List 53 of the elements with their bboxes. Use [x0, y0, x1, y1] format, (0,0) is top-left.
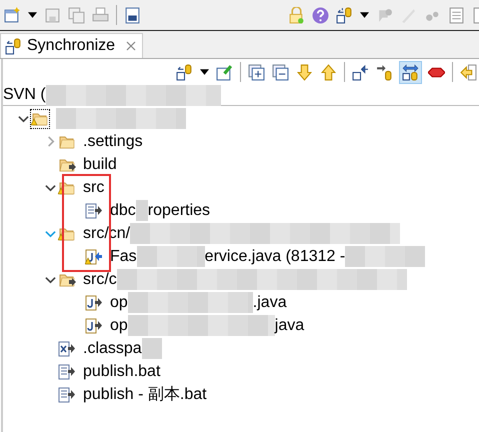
help-icon[interactable]	[312, 6, 329, 24]
both-modes-icon[interactable]	[400, 62, 421, 82]
folder-icon	[58, 134, 76, 150]
tree-item-label[interactable]: .classpa	[83, 340, 142, 358]
up-arrow-icon[interactable]	[320, 64, 337, 80]
java-file-icon	[85, 318, 103, 334]
tree-item-label[interactable]: publish.bat	[83, 362, 160, 380]
tree-item-label[interactable]: src	[83, 178, 104, 196]
tree-item-label[interactable]: Fas	[110, 248, 137, 266]
dropdown-caret-icon[interactable]	[360, 12, 369, 18]
folder-icon	[58, 272, 76, 288]
collapse-all-icon[interactable]	[272, 64, 289, 80]
incoming-icon[interactable]	[352, 64, 369, 80]
view-tab[interactable]: Synchronize	[0, 33, 144, 58]
sync-icon[interactable]	[176, 64, 193, 80]
document-icon	[448, 6, 465, 24]
xml-file-icon	[58, 340, 76, 356]
header-title: SVN (	[3, 86, 46, 104]
blur-patch	[136, 246, 205, 267]
tree-item-label[interactable]: dbc	[110, 202, 136, 220]
dropdown-caret-icon[interactable]	[200, 69, 209, 75]
file-icon	[58, 364, 76, 380]
pin-icon[interactable]	[216, 64, 233, 80]
new-window-icon[interactable]	[4, 6, 21, 24]
tree-item-label[interactable]: .settings	[83, 132, 143, 150]
tree-item-label[interactable]: java	[274, 316, 304, 334]
expand-all-icon[interactable]	[248, 64, 265, 80]
folder-icon	[58, 156, 76, 172]
sync-icon[interactable]	[336, 6, 353, 24]
tree-item-label[interactable]: ervice.java (81312 -	[204, 248, 346, 266]
save-icon	[44, 6, 61, 24]
blur-patch	[136, 200, 148, 221]
sync-icon	[5, 38, 22, 54]
tree-item-label[interactable]: .java	[252, 294, 287, 312]
tree-item-label[interactable]: op	[110, 294, 128, 312]
dropdown-caret-icon[interactable]	[28, 12, 37, 18]
down-arrow-icon[interactable]	[296, 64, 313, 80]
file-icon	[58, 386, 76, 402]
tree-item-label[interactable]: build	[83, 156, 117, 174]
tree-item-label[interactable]: publish - 副本.bat	[83, 384, 207, 405]
outgoing-icon[interactable]	[376, 64, 393, 80]
close-icon[interactable]	[126, 41, 136, 51]
tree-item-label[interactable]: roperties	[148, 202, 210, 220]
tree-item-label[interactable]: src/c	[83, 270, 117, 288]
save-all-icon	[68, 6, 85, 24]
tree-item-label[interactable]: op	[110, 316, 128, 334]
file-icon	[85, 202, 103, 218]
back-arrow-icon[interactable]	[460, 64, 477, 80]
java-file-icon	[85, 248, 103, 264]
binary-file-icon[interactable]	[124, 6, 141, 24]
java-file-icon	[85, 294, 103, 310]
blur-patch	[142, 338, 162, 359]
print-icon	[92, 6, 109, 24]
